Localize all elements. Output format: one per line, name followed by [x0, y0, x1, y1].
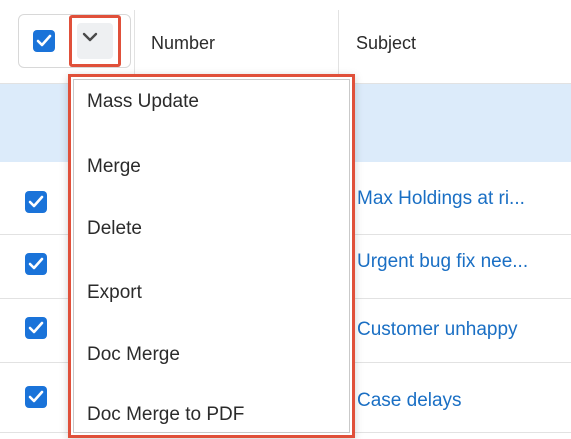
check-icon — [36, 34, 52, 47]
menu-item-delete[interactable]: Delete — [87, 218, 142, 240]
mass-actions-menu: Mass Update Merge Delete Export Doc Merg… — [68, 74, 355, 438]
row-subject-link[interactable]: Urgent bug fix nee... — [357, 251, 571, 273]
list-header: Number Subject — [0, 0, 571, 84]
select-all-checkbox[interactable] — [33, 30, 55, 52]
row-checkbox[interactable] — [25, 386, 47, 408]
check-icon — [28, 321, 44, 334]
row-subject-link[interactable]: Max Holdings at ri... — [357, 188, 571, 210]
check-icon — [28, 195, 44, 208]
row-checkbox[interactable] — [25, 317, 47, 339]
menu-item-merge[interactable]: Merge — [87, 156, 141, 178]
check-icon — [28, 257, 44, 270]
row-checkbox[interactable] — [25, 253, 47, 275]
menu-item-doc-merge[interactable]: Doc Merge — [87, 344, 180, 366]
menu-item-mass-update[interactable]: Mass Update — [87, 91, 199, 113]
check-icon — [28, 390, 44, 403]
column-header-subject[interactable]: Subject — [356, 33, 416, 54]
chevron-down-icon — [82, 32, 98, 42]
row-checkbox[interactable] — [25, 191, 47, 213]
column-header-number[interactable]: Number — [151, 33, 215, 54]
row-subject-link[interactable]: Customer unhappy — [357, 319, 571, 341]
mass-actions-toggle[interactable] — [69, 15, 121, 67]
menu-item-export[interactable]: Export — [87, 282, 142, 304]
menu-item-doc-merge-to-pdf[interactable]: Doc Merge to PDF — [87, 404, 244, 426]
row-subject-link[interactable]: Case delays — [357, 390, 571, 412]
